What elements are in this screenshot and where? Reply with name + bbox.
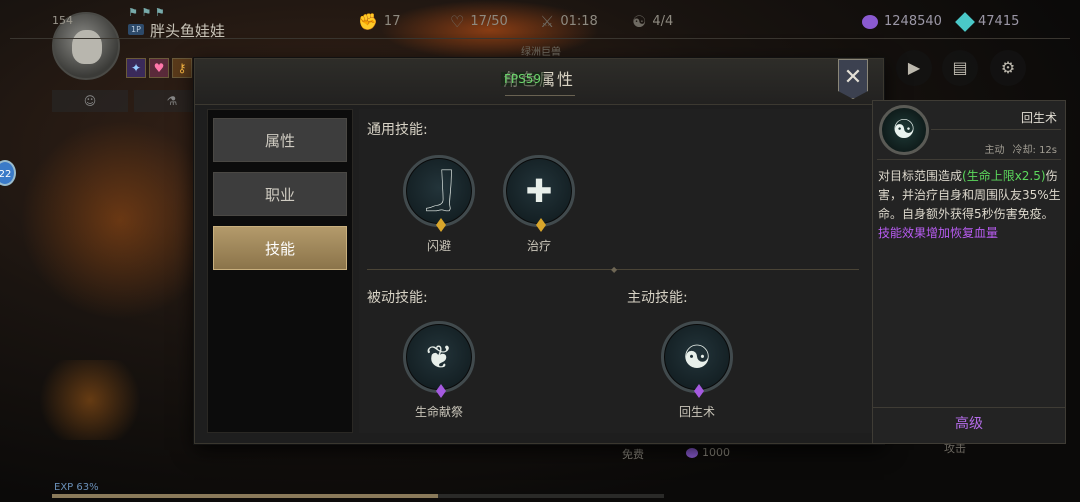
currency-purple: 1248540 (862, 14, 942, 29)
hud-timer: ⚔ 01:18 (540, 12, 598, 31)
detail-divider (873, 407, 1065, 408)
player-tag: 1P (128, 24, 144, 35)
foot-icon: 𓃀 (403, 155, 475, 232)
yin-yang-icon: ☯ (661, 321, 733, 398)
hud-hp: ♡ 17/50 (450, 12, 508, 31)
gold-gem-icon (436, 218, 446, 232)
menu-icon[interactable]: ▤ (942, 50, 978, 86)
left-badge[interactable]: 22 (0, 160, 16, 186)
purple-gem-icon (686, 447, 698, 458)
skill-cooldown: 冷却: 12s (1012, 145, 1057, 156)
desc-highlight: (生命上限x2.5) (962, 169, 1046, 183)
exp-label: EXP 63% (54, 482, 99, 493)
cost-value: 1000 (702, 446, 730, 459)
fist-icon: ✊ (358, 12, 378, 31)
active-skills-label: 主动技能: (627, 290, 688, 306)
exp-fill (52, 494, 438, 498)
skill-life-sacrifice[interactable]: ❦ 生命献祭 (399, 321, 479, 420)
divider-ornament: ◆ (611, 265, 618, 274)
fire-glow-bottom (30, 360, 150, 440)
hud-timer-value: 01:18 (560, 14, 598, 29)
detail-divider (877, 159, 1061, 160)
purple-gem-icon (862, 14, 878, 29)
cost: 1000 (686, 446, 730, 459)
play-icon[interactable]: ▶ (896, 50, 932, 86)
cyan-gem-icon (955, 11, 975, 32)
tabs-panel: 属性 职业 技能 (207, 109, 353, 433)
skill-dodge[interactable]: 𓃀 闪避 (399, 155, 479, 254)
fire-glow-left (20, 120, 220, 320)
yin-yang-icon: ☯ (879, 105, 929, 155)
top-divider (10, 38, 1070, 39)
person-slot[interactable]: ☺ (52, 90, 128, 112)
title-ornament (505, 95, 575, 96)
skill-detail-panel: ☯ 回生术 主动 冷却: 12s 对目标范围造成(生命上限x2.5)伤害，并治疗… (872, 100, 1066, 444)
quick-slots: ☺ ⚗ (52, 90, 210, 112)
gear-icon[interactable]: ⚙ (990, 50, 1026, 86)
character-attributes-dialog: 绿洲巨兽 角色属性 FPS59 ✕ 属性 职业 技能 通用技能: 𓃀 闪避 ✚ … (194, 47, 884, 444)
player-level: 154 (52, 14, 73, 27)
tab-attributes[interactable]: 属性 (213, 118, 347, 162)
buff-bar: ✦ ♥ ⚷ (126, 58, 192, 78)
free-label: 免费 (622, 448, 644, 461)
tab-class[interactable]: 职业 (213, 172, 347, 216)
swords-icon: ⚔ (540, 12, 555, 31)
gold-gem-icon (536, 218, 546, 232)
tab-skills[interactable]: 技能 (213, 226, 347, 270)
skill-dodge-label: 闪避 (426, 239, 451, 253)
skill-heal-label: 治疗 (526, 239, 551, 253)
skill-sacrifice-label: 生命献祭 (414, 405, 463, 419)
skills-content: 通用技能: 𓃀 闪避 ✚ 治疗 ◆ 被动技能: 主动技能: ❦ 生命献祭 ☯ 回… (359, 109, 873, 433)
skill-detail-meta: 主动 冷却: 12s (985, 141, 1057, 156)
skill-detail-name: 回生术 (1020, 111, 1057, 125)
passive-skills-label: 被动技能: (367, 290, 428, 306)
hud-party: ☯ 4/4 (632, 12, 673, 31)
desc-part-1: 对目标范围造成 (878, 169, 963, 183)
buff-icon: ✦ (126, 58, 146, 78)
common-skills-label: 通用技能: (367, 122, 428, 138)
purple-gem-icon (694, 384, 704, 398)
heart-buff-icon: ♥ (149, 58, 169, 78)
purple-gem-icon (436, 384, 446, 398)
heart-pulse-icon: ♡ (450, 12, 465, 31)
skill-heal[interactable]: ✚ 治疗 (499, 155, 579, 254)
dialog-header: 绿洲巨兽 角色属性 FPS59 ✕ (195, 47, 883, 105)
avatar-face (72, 30, 102, 64)
upgrade-button[interactable]: 高级 (873, 413, 1065, 433)
crest-label: 绿洲巨兽 (521, 47, 561, 58)
detail-divider (931, 129, 1061, 130)
close-button[interactable]: ✕ (838, 59, 868, 99)
fps-counter: FPS59 (501, 72, 545, 86)
skill-revive[interactable]: ☯ 回生术 (657, 321, 737, 420)
hud-stat-1: ✊ 17 (358, 12, 400, 31)
hud-party-value: 4/4 (652, 14, 674, 29)
skill-description: 对目标范围造成(生命上限x2.5)伤害，并治疗自身和周围队友35%生命。自身额外… (878, 167, 1064, 243)
exp-bar (52, 494, 664, 498)
skill-type: 主动 (984, 145, 1005, 156)
currency-cyan: 47415 (955, 11, 1020, 32)
key-buff-icon: ⚷ (172, 58, 192, 78)
currency-purple-value: 1248540 (884, 14, 942, 29)
skill-revive-label: 回生术 (678, 405, 715, 419)
flag-icons: ⚑ ⚑ ⚑ (128, 6, 165, 19)
party-icon: ☯ (632, 12, 647, 31)
heart-cross-icon: ✚ (503, 155, 575, 232)
hud-hp-value: 17/50 (470, 14, 508, 29)
currency-cyan-value: 47415 (978, 14, 1020, 29)
desc-effect: 技能效果增加恢复血量 (878, 226, 999, 240)
hud-stat-1-value: 17 (383, 14, 401, 29)
sacrifice-icon: ❦ (403, 321, 475, 398)
